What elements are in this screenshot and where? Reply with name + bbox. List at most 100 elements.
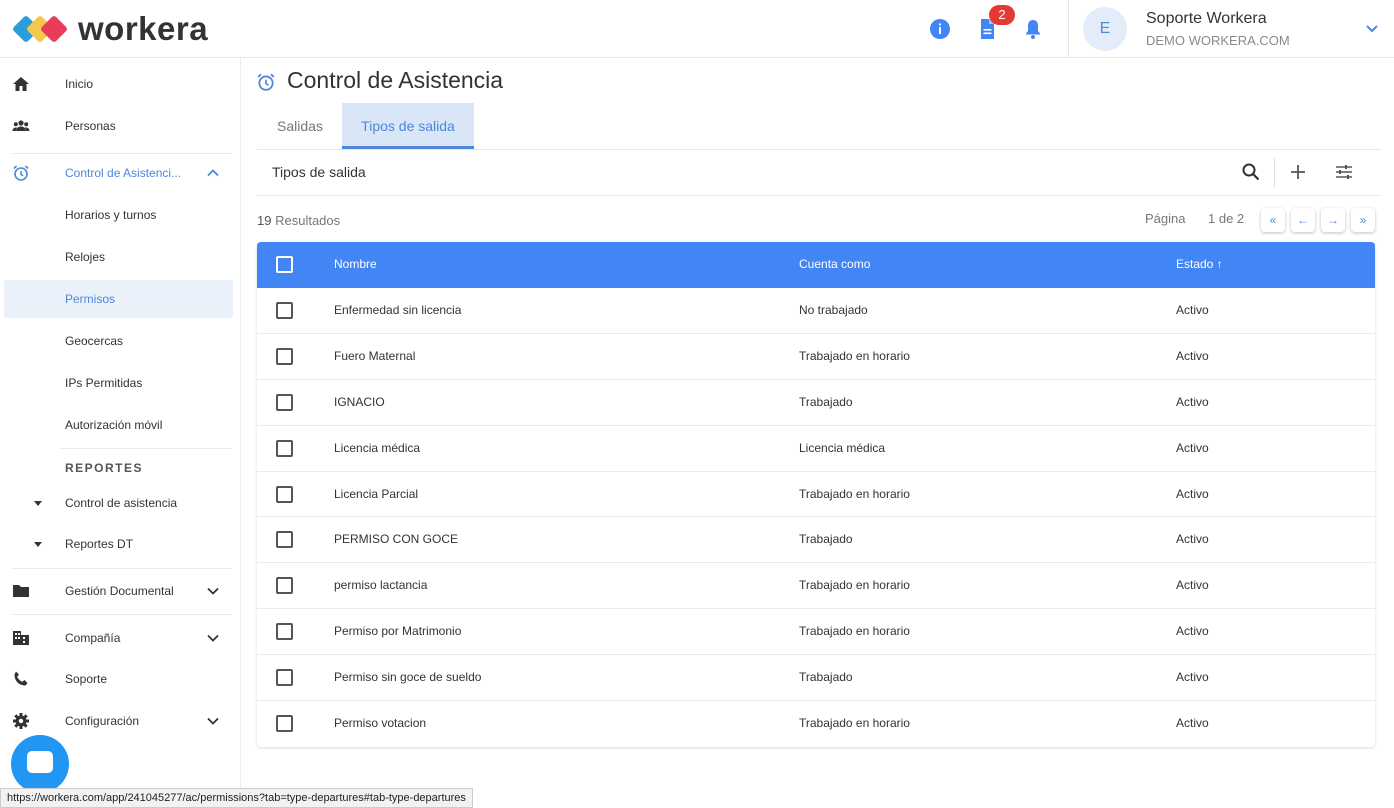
chevron-down-icon[interactable] [206, 584, 220, 598]
gear-icon [13, 713, 29, 729]
bell-icon[interactable] [1021, 17, 1045, 41]
caret-down-icon [34, 542, 42, 547]
table-toolbar: Tipos de salida [257, 150, 1381, 196]
cell-cuenta-como: Trabajado en horario [799, 348, 910, 363]
row-checkbox[interactable] [276, 393, 293, 411]
people-icon [12, 120, 30, 131]
row-checkbox[interactable] [276, 531, 293, 549]
row-checkbox[interactable] [276, 347, 293, 365]
sidebar-item-label: Relojes [65, 250, 106, 264]
chevron-up-icon[interactable] [206, 166, 220, 180]
phone-icon [14, 671, 28, 686]
cell-nombre: permiso lactancia [334, 578, 428, 593]
row-checkbox[interactable] [276, 669, 293, 687]
sidebar-item-reporte-control-asistencia[interactable]: Control de asistencia [0, 483, 240, 523]
sidebar-item-gestion-documental[interactable]: Gestión Documental [0, 571, 240, 611]
select-all-checkbox[interactable] [276, 256, 293, 273]
cell-cuenta-como: Trabajado en horario [799, 486, 910, 501]
table-row[interactable]: permiso lactancia Trabajado en horario Act… [257, 563, 1375, 610]
table-row[interactable]: Permiso votacion Trabajado en horario Acti… [257, 701, 1375, 747]
cell-estado: Activo [1176, 578, 1209, 593]
last-page-button[interactable]: » [1351, 208, 1375, 232]
results-number: 19 [257, 213, 272, 228]
toolbar-title: Tipos de salida [272, 164, 366, 180]
row-checkbox[interactable] [276, 439, 293, 457]
sidebar: Inicio Personas Control de Asistenci... … [0, 58, 241, 808]
row-checkbox[interactable] [276, 715, 293, 733]
cell-nombre: Enfermedad sin licencia [334, 303, 462, 317]
info-icon[interactable] [928, 17, 952, 41]
table-row[interactable]: PERMISO CON GOCE Trabajado Activo [257, 517, 1375, 564]
notification-badge: 2 [989, 5, 1015, 25]
page-title: Control de Asistencia [287, 67, 504, 93]
sidebar-item-label: Inicio [65, 77, 94, 91]
column-header-estado[interactable]: Estado ↑ [1176, 257, 1223, 271]
sidebar-divider [60, 448, 232, 449]
sidebar-item-autorizacion-movil[interactable]: Autorización móvil [0, 405, 240, 445]
sidebar-item-soporte[interactable]: Soporte [0, 659, 240, 699]
sidebar-item-horarios[interactable]: Horarios y turnos [0, 195, 240, 235]
row-checkbox[interactable] [276, 485, 293, 503]
table-row[interactable]: Enfermedad sin licencia No trabajado Activ… [257, 288, 1375, 334]
sidebar-item-reportes-dt[interactable]: Reportes DT [0, 524, 240, 564]
sidebar-item-label: Reportes DT [65, 537, 134, 551]
table-row[interactable]: Permiso por Matrimonio Trabajado en horar… [257, 609, 1375, 656]
results-label: Resultados [275, 213, 341, 228]
tab-salidas[interactable]: Salidas [259, 103, 341, 149]
row-checkbox[interactable] [276, 302, 293, 319]
sidebar-item-label: Permisos [65, 292, 116, 306]
cell-nombre: Licencia médica [334, 440, 421, 455]
sidebar-item-inicio[interactable]: Inicio [0, 64, 240, 104]
tab-tipos-de-salida[interactable]: Tipos de salida [342, 103, 474, 149]
sidebar-item-label: Gestión Documental [65, 584, 174, 598]
search-icon[interactable] [1241, 162, 1261, 182]
next-page-button[interactable]: → [1321, 208, 1345, 232]
sidebar-item-label: Geocercas [65, 334, 124, 348]
avatar[interactable]: E [1083, 7, 1127, 51]
chevron-down-icon[interactable] [1364, 20, 1380, 36]
cell-cuenta-como: No trabajado [799, 303, 868, 317]
table-row[interactable]: IGNACIO Trabajado Activo [257, 380, 1375, 426]
cell-estado: Activo [1176, 532, 1209, 547]
prev-page-button[interactable]: ← [1291, 208, 1315, 232]
cell-cuenta-como: Trabajado [799, 394, 853, 409]
header-divider [1068, 0, 1069, 58]
table-row[interactable]: Fuero Maternal Trabajado en horario Activo [257, 334, 1375, 380]
user-company: DEMO WORKERA.COM [1146, 33, 1290, 48]
table-row[interactable]: Licencia médica Licencia médica Activo [257, 426, 1375, 472]
chat-bubble-icon [27, 751, 53, 773]
table-row[interactable]: Licencia Parcial Trabajado en horario Acti… [257, 472, 1375, 518]
chat-button[interactable] [11, 735, 69, 793]
table-row[interactable]: Permiso sin goce de sueldo Trabajado Activ… [257, 655, 1375, 702]
user-name[interactable]: Soporte Workera [1146, 10, 1267, 28]
sidebar-item-compania[interactable]: Compañía [0, 618, 240, 658]
sidebar-item-label: Compañía [65, 631, 121, 645]
chevron-down-icon[interactable] [206, 631, 220, 645]
row-checkbox[interactable] [276, 577, 293, 595]
sidebar-item-ips-permitidas[interactable]: IPs Permitidas [0, 363, 240, 403]
sidebar-item-geocercas[interactable]: Geocercas [0, 321, 240, 361]
chevron-down-icon[interactable] [206, 714, 220, 728]
cell-cuenta-como: Trabajado en horario [799, 578, 910, 593]
sidebar-item-personas[interactable]: Personas [0, 106, 240, 146]
data-table: Nombre Cuenta como Estado ↑ Enfermedad s… [257, 242, 1375, 747]
add-icon[interactable] [1288, 162, 1308, 182]
sidebar-item-label: IPs Permitidas [65, 376, 143, 390]
first-page-button[interactable]: « [1261, 208, 1285, 232]
cell-estado: Activo [1176, 303, 1209, 317]
filter-settings-icon[interactable] [1334, 162, 1354, 182]
workera-logo[interactable]: workera [11, 10, 208, 47]
column-header-label: Estado [1176, 257, 1214, 271]
sidebar-item-relojes[interactable]: Relojes [0, 237, 240, 277]
reports-section-title: REPORTES [65, 461, 144, 475]
column-header-cuenta-como[interactable]: Cuenta como [799, 257, 870, 271]
status-bar-url: https://workera.com/app/241045277/ac/per… [0, 788, 473, 808]
column-header-nombre[interactable]: Nombre [334, 257, 377, 271]
caret-down-icon [34, 501, 42, 506]
row-checkbox[interactable] [276, 623, 293, 641]
sidebar-item-label: Control de asistencia [65, 496, 178, 510]
sidebar-item-control-asistencia[interactable]: Control de Asistenci... [0, 153, 240, 193]
page-label: Página [1145, 211, 1186, 226]
sidebar-item-permisos[interactable]: Permisos [0, 279, 240, 319]
alarm-icon [13, 165, 29, 181]
